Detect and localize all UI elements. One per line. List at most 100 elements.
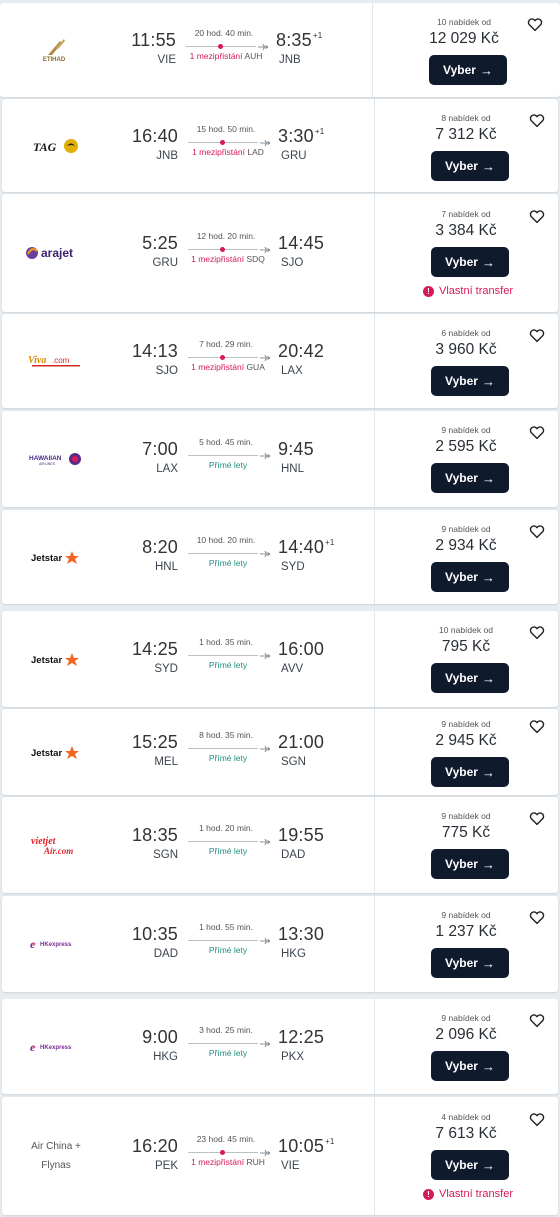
stops-info: 1 mezipřistání SDQ	[178, 254, 278, 264]
self-transfer-warning: ! Vlastní transfer	[423, 1188, 513, 1200]
route-line	[188, 247, 258, 252]
flight-card[interactable]: eHKexpress 9:00 HKG 12:25 PKX 3 hod. 25 min. P…	[2, 999, 558, 1094]
price-panel: 9 nabídek od 2 945 Kč Vyber →	[374, 709, 558, 795]
hkexpress-logo: eHKexpress	[10, 1033, 102, 1061]
select-button-label: Vyber	[445, 159, 478, 173]
arrival-airport: VIE	[281, 1160, 300, 1172]
stops-info: 1 mezipřistání GUA	[178, 362, 278, 372]
itinerary-panel[interactable]: Jetstar 15:25 MEL 21:00 SGN 8 hod. 35 min. Pří…	[2, 709, 374, 795]
arrow-right-icon: →	[481, 856, 495, 872]
stopover-dot	[218, 44, 223, 49]
itinerary-panel[interactable]: Air China + Flynas 16:20 PEK 10:05+1 VIE 23 ho…	[2, 1097, 374, 1215]
select-button-label: Vyber	[445, 857, 478, 871]
flight-card[interactable]: ETIHAD 11:55 VIE 8:35+1 JNB 20 hod. 40 min. 1 …	[0, 3, 560, 97]
svg-text:.com: .com	[52, 356, 70, 365]
select-button[interactable]: Vyber →	[431, 247, 509, 277]
flight-card[interactable]: Air China + Flynas 16:20 PEK 10:05+1 VIE 23 ho…	[2, 1097, 558, 1215]
arrival-time-value: 3:30	[278, 126, 314, 146]
select-button-label: Vyber	[445, 374, 478, 388]
favorite-heart-icon[interactable]	[528, 522, 546, 540]
price-panel: 10 nabídek od 795 Kč Vyber →	[374, 611, 558, 707]
arrival-airport: SGN	[281, 756, 306, 768]
arrival-time-value: 8:35	[276, 30, 312, 50]
arrow-right-icon: →	[481, 569, 495, 585]
select-button[interactable]: Vyber →	[431, 663, 509, 693]
favorite-heart-icon[interactable]	[528, 908, 546, 926]
favorite-heart-icon[interactable]	[528, 809, 546, 827]
select-button[interactable]: Vyber →	[429, 55, 507, 85]
departure-airport: SJO	[155, 365, 178, 377]
stops-info: 1 mezipřistání RUH	[178, 1157, 278, 1167]
jetstar-logo: Jetstar	[10, 543, 102, 571]
departure-airport: DAD	[153, 948, 178, 960]
flight-card[interactable]: Jetstar 8:20 HNL 14:40+1 SYD 10 hod. 20 min. P…	[2, 510, 558, 604]
departure-airport: LAX	[156, 463, 178, 475]
favorite-heart-icon[interactable]	[528, 717, 546, 735]
stops-info: Přímé lety	[208, 1048, 248, 1058]
svg-text:Jetstar: Jetstar	[31, 655, 62, 666]
itinerary-panel[interactable]: Viva .com 14:13 SJO 20:42 LAX 7 hod. 29 min. 1 …	[2, 314, 374, 408]
favorite-heart-icon[interactable]	[528, 623, 546, 641]
flight-card[interactable]: Viva .com 14:13 SJO 20:42 LAX 7 hod. 29 min. 1 …	[2, 314, 558, 408]
itinerary-panel[interactable]: Jetstar 8:20 HNL 14:40+1 SYD 10 hod. 20 min. P…	[2, 510, 374, 604]
select-button[interactable]: Vyber →	[431, 463, 509, 493]
departure-airport: HKG	[153, 1051, 178, 1063]
select-button[interactable]: Vyber →	[431, 1150, 509, 1180]
select-button[interactable]: Vyber →	[431, 151, 509, 181]
svg-text:Jetstar: Jetstar	[31, 748, 62, 759]
stopover-airport: LAD	[247, 147, 264, 157]
favorite-heart-icon[interactable]	[528, 111, 546, 129]
arrow-right-icon: →	[481, 1157, 495, 1173]
next-day-indicator: +1	[314, 127, 325, 136]
select-button[interactable]: Vyber →	[431, 562, 509, 592]
favorite-heart-icon[interactable]	[526, 15, 544, 33]
price-panel: 9 nabídek od 2 595 Kč Vyber →	[374, 411, 558, 507]
flight-card[interactable]: arajet 5:25 GRU 14:45 SJO 12 hod. 20 min. 1 me…	[2, 194, 558, 312]
arrival-time-value: 13:30	[278, 924, 325, 944]
route-line	[188, 841, 258, 842]
select-button[interactable]: Vyber →	[431, 948, 509, 978]
route-line	[186, 44, 256, 49]
flight-card[interactable]: Jetstar 14:25 SYD 16:00 AVV 1 hod. 35 min. Pří…	[2, 611, 558, 707]
select-button-label: Vyber	[445, 956, 478, 970]
itinerary-panel[interactable]: ETIHAD 11:55 VIE 8:35+1 JNB 20 hod. 40 min. 1 …	[0, 3, 372, 97]
arrival-time: 16:00	[278, 639, 324, 660]
favorite-heart-icon[interactable]	[528, 1011, 546, 1029]
favorite-heart-icon[interactable]	[528, 423, 546, 441]
route-line	[188, 355, 258, 360]
route-line	[188, 553, 258, 554]
svg-text:AIRLINES: AIRLINES	[39, 462, 56, 466]
flight-card[interactable]: eHKexpress 10:35 DAD 13:30 HKG 1 hod. 55 min.…	[2, 896, 558, 992]
stops-info: 1 mezipřistání AUH	[176, 51, 276, 61]
select-button[interactable]: Vyber →	[431, 366, 509, 396]
arrival-airport: LAX	[281, 365, 303, 377]
flight-card[interactable]: Jetstar 15:25 MEL 21:00 SGN 8 hod. 35 min. Pří…	[2, 709, 558, 795]
favorite-heart-icon[interactable]	[528, 1110, 546, 1128]
select-button[interactable]: Vyber →	[431, 757, 509, 787]
itinerary-panel[interactable]: eHKexpress 10:35 DAD 13:30 HKG 1 hod. 55 min.…	[2, 896, 374, 992]
itinerary-panel[interactable]: vietjet Air.com 18:35 SGN 19:55 DAD 1 hod. 20 …	[2, 797, 374, 893]
flight-card[interactable]: vietjet Air.com 18:35 SGN 19:55 DAD 1 hod. 20 …	[2, 797, 558, 893]
departure-time: 14:25	[131, 639, 178, 659]
favorite-heart-icon[interactable]	[528, 207, 546, 225]
stops-info: Přímé lety	[208, 846, 248, 856]
select-button[interactable]: Vyber →	[431, 1051, 509, 1081]
itinerary-panel[interactable]: eHKexpress 9:00 HKG 12:25 PKX 3 hod. 25 min. P…	[2, 999, 374, 1094]
flight-card[interactable]: HAWAIIAN AIRLINES 7:00 LAX 9:45 HNL 5 hod. 45 …	[2, 411, 558, 507]
etihad-logo: ETIHAD	[8, 36, 100, 64]
flight-duration: 1 hod. 20 min.	[199, 823, 253, 833]
favorite-heart-icon[interactable]	[528, 326, 546, 344]
itinerary-panel[interactable]: arajet 5:25 GRU 14:45 SJO 12 hod. 20 min. 1 me…	[2, 194, 374, 312]
departure-time: 16:40	[131, 126, 178, 146]
stopover-airport: GUA	[246, 362, 265, 372]
itinerary-panel[interactable]: HAWAIIAN AIRLINES 7:00 LAX 9:45 HNL 5 hod. 45 …	[2, 411, 374, 507]
flight-card[interactable]: TAG 16:40 JNB 3:30+1 GRU 15 hod. 50 min. 1 mez…	[2, 99, 558, 192]
price-panel: 9 nabídek od 2 096 Kč Vyber →	[374, 999, 558, 1094]
select-button[interactable]: Vyber →	[431, 849, 509, 879]
route-line	[188, 655, 258, 656]
arrival-airport: GRU	[281, 150, 307, 162]
arrival-airport: AVV	[281, 663, 304, 675]
itinerary-panel[interactable]: TAG 16:40 JNB 3:30+1 GRU 15 hod. 50 min. 1 mez…	[2, 99, 374, 192]
itinerary-panel[interactable]: Jetstar 14:25 SYD 16:00 AVV 1 hod. 35 min. Pří…	[2, 611, 374, 707]
arrival-time: 8:35+1	[276, 30, 322, 51]
